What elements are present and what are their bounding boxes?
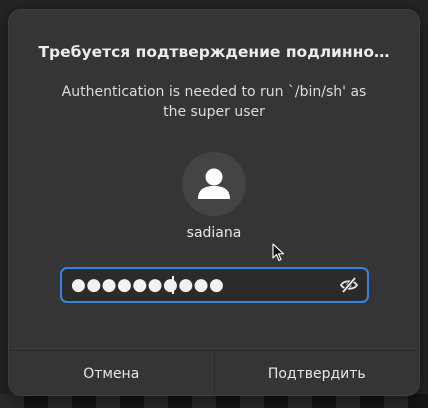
user-avatar	[182, 152, 246, 216]
dialog-button-row: Отмена Подтвердить	[9, 350, 419, 395]
authentication-dialog: Требуется подтверждение подлинно… Authen…	[9, 10, 419, 395]
username-label: sadiana	[186, 225, 242, 241]
dialog-message: Authentication is needed to run `/bin/sh…	[61, 84, 367, 120]
cancel-button[interactable]: Отмена	[9, 351, 214, 395]
desktop-backdrop-strip	[0, 394, 428, 408]
password-field[interactable]: ●●●●●●●●●●	[60, 267, 369, 303]
user-silhouette-icon	[198, 168, 230, 199]
dialog-title: Требуется подтверждение подлинно…	[38, 43, 390, 61]
confirm-button[interactable]: Подтвердить	[213, 351, 419, 395]
password-masked-value: ●●●●●●●●●●	[71, 275, 225, 295]
text-caret	[172, 276, 174, 294]
eye-slash-icon[interactable]	[339, 276, 359, 294]
